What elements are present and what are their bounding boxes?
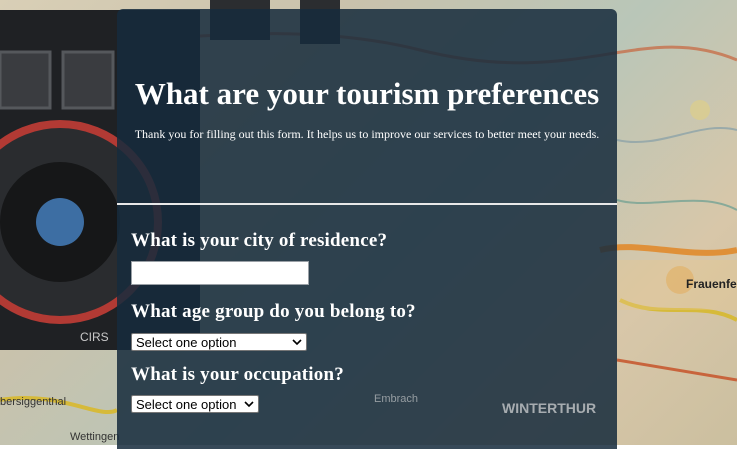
form-subtitle: Thank you for filling out this form. It … — [134, 127, 600, 141]
age-group-question-label: What age group do you belong to? — [131, 301, 416, 322]
map-label-baden: bersiggenthal — [0, 396, 66, 408]
map-label-frauenfeld: Frauenfel — [686, 277, 737, 291]
map-label-embrach: Embrach — [374, 393, 418, 405]
form-panel: What are your tourism preferences Thank … — [117, 9, 617, 449]
city-input[interactable] — [131, 261, 309, 285]
map-label-winterthur: WINTERTHUR — [502, 400, 596, 416]
occupation-selected-value: Select one option — [136, 396, 237, 412]
svg-text:CIRS: CIRS — [80, 330, 109, 344]
occupation-question-label: What is your occupation? — [131, 364, 344, 385]
divider — [117, 203, 617, 205]
chevron-down-icon — [244, 401, 254, 408]
age-group-select[interactable]: Select one option — [131, 333, 307, 351]
city-question-label: What is your city of residence? — [131, 230, 388, 251]
form-title: What are your tourism preferences — [134, 76, 600, 111]
occupation-select[interactable]: Select one option — [131, 395, 259, 413]
map-label-wettingen: Wettingen — [70, 431, 119, 443]
age-group-selected-value: Select one option — [136, 334, 237, 350]
chevron-down-icon — [292, 339, 302, 346]
